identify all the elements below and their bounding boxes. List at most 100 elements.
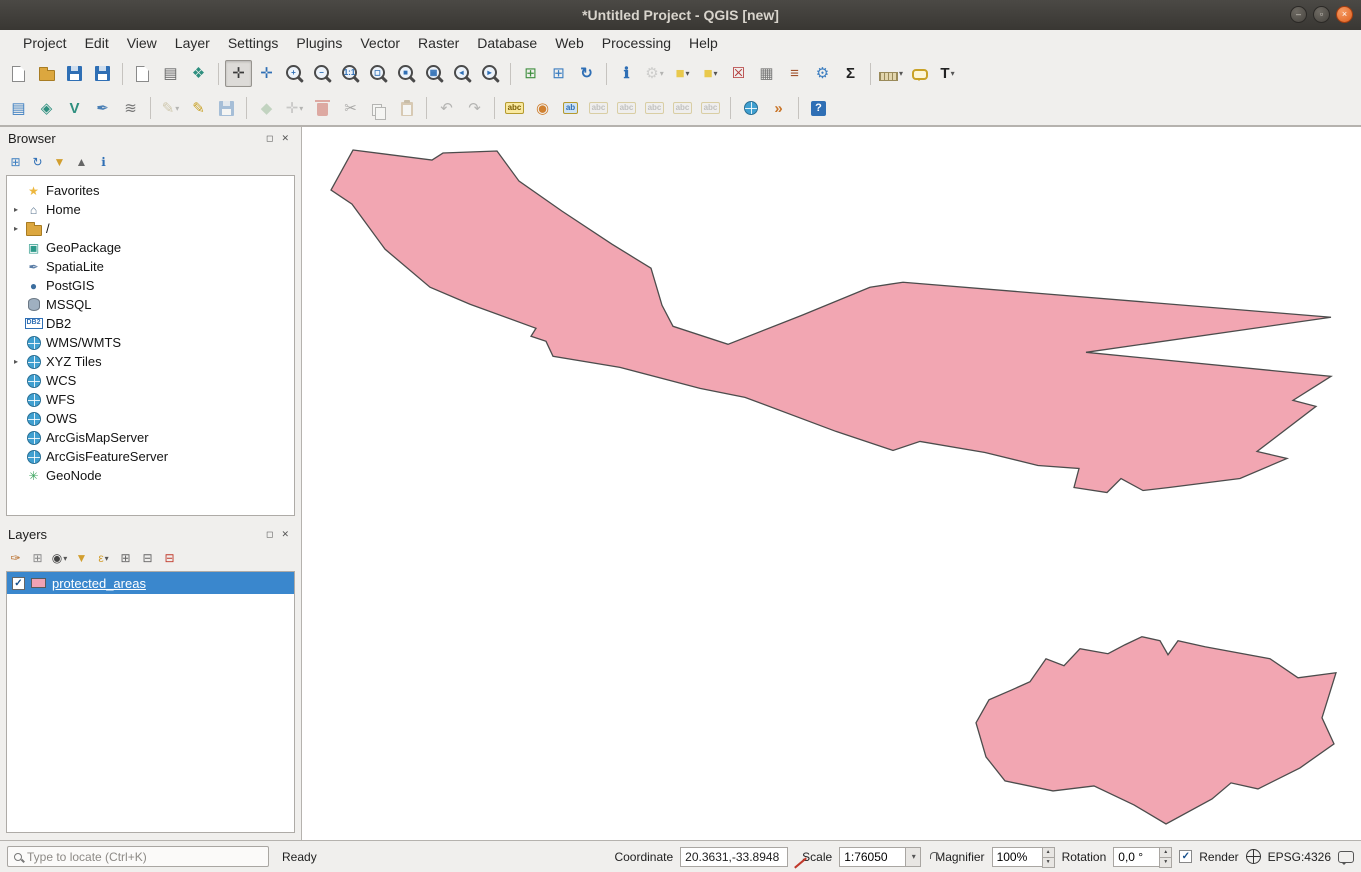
new-virtual-layer-button[interactable]: ≋ bbox=[117, 95, 144, 122]
crs-indicator[interactable]: EPSG:4326 bbox=[1268, 850, 1331, 864]
new-map-view-button[interactable]: ⊞ bbox=[517, 60, 544, 87]
protected-area-polygon-south[interactable] bbox=[976, 637, 1336, 824]
select-features-tool[interactable]: ■▾ bbox=[669, 60, 696, 87]
menu-help[interactable]: Help bbox=[680, 32, 727, 54]
save-project-as-button[interactable] bbox=[89, 60, 116, 87]
render-checkbox[interactable]: ✓ bbox=[1179, 850, 1192, 863]
locator-bar[interactable] bbox=[7, 846, 269, 867]
magnifier-spinbox[interactable]: ▲▼ bbox=[992, 847, 1055, 867]
layers-close-button[interactable]: ✕ bbox=[277, 529, 293, 540]
open-data-source-manager-button[interactable]: ▤ bbox=[5, 95, 32, 122]
browser-item-geopackage[interactable]: ▣GeoPackage bbox=[7, 238, 294, 257]
new-3d-map-view-button[interactable]: ⊞ bbox=[545, 60, 572, 87]
style-manager-button[interactable]: ❖ bbox=[185, 60, 212, 87]
collapse-all-button[interactable]: ▲ bbox=[72, 153, 91, 172]
zoom-native-button[interactable]: 1:1 bbox=[337, 60, 364, 87]
browser-item-wms-wmts[interactable]: WMS/WMTS bbox=[7, 333, 294, 352]
zoom-to-selection-button[interactable]: ■ bbox=[393, 60, 420, 87]
processing-toolbox-button[interactable]: ⚙ bbox=[809, 60, 836, 87]
metasearch-button[interactable] bbox=[737, 95, 764, 122]
browser-item-wcs[interactable]: WCS bbox=[7, 371, 294, 390]
show-layout-manager-button[interactable]: ▤ bbox=[157, 60, 184, 87]
browser-item-wfs[interactable]: WFS bbox=[7, 390, 294, 409]
new-spatialite-layer-button[interactable]: ✒ bbox=[89, 95, 116, 122]
browser-float-button[interactable]: ◻ bbox=[262, 133, 277, 144]
run-feature-action-button-dropdown[interactable]: ▾ bbox=[660, 69, 664, 78]
minimize-button[interactable]: – bbox=[1290, 6, 1307, 23]
browser-item-spatialite[interactable]: ✒SpatiaLite bbox=[7, 257, 294, 276]
map-tips-button[interactable] bbox=[906, 60, 933, 87]
menu-layer[interactable]: Layer bbox=[166, 32, 219, 54]
layer-item-protected-areas[interactable]: ✓protected_areas bbox=[7, 572, 294, 594]
open-layer-styling-button[interactable]: ✑ bbox=[6, 549, 25, 568]
zoom-in-tool[interactable]: + bbox=[281, 60, 308, 87]
text-annotation-tool[interactable]: T▾ bbox=[934, 60, 961, 87]
zoom-last-button[interactable]: ◂ bbox=[449, 60, 476, 87]
expand-all-button[interactable]: ⊞ bbox=[116, 549, 135, 568]
filter-by-expression-button[interactable]: ε▾ bbox=[94, 549, 113, 568]
browser-item-ows[interactable]: OWS bbox=[7, 409, 294, 428]
menu-view[interactable]: View bbox=[118, 32, 166, 54]
expand-arrow-icon[interactable]: ▸ bbox=[11, 224, 21, 233]
field-calculator-button[interactable]: ≡ bbox=[781, 60, 808, 87]
map-svg[interactable] bbox=[302, 127, 1361, 840]
select-features-by-value-button[interactable]: ■▾ bbox=[697, 60, 724, 87]
messages-icon[interactable] bbox=[1338, 851, 1354, 863]
zoom-to-layer-button[interactable]: ▦ bbox=[421, 60, 448, 87]
add-group-button[interactable]: ⊞ bbox=[28, 549, 47, 568]
layers-float-button[interactable]: ◻ bbox=[262, 529, 277, 540]
browser-close-button[interactable]: ✕ bbox=[277, 133, 293, 144]
scale-combo[interactable]: ▾ bbox=[839, 847, 921, 867]
scale-dropdown-button[interactable]: ▾ bbox=[905, 847, 921, 867]
rotation-up-button[interactable]: ▲ bbox=[1159, 847, 1172, 858]
new-shapefile-layer-button[interactable]: V bbox=[61, 95, 88, 122]
expand-arrow-icon[interactable]: ▸ bbox=[11, 357, 21, 366]
new-print-layout-button[interactable] bbox=[129, 60, 156, 87]
browser-item-favorites[interactable]: ★Favorites bbox=[7, 181, 294, 200]
coordinate-input[interactable] bbox=[680, 847, 788, 867]
manage-map-themes-button-dropdown[interactable]: ▾ bbox=[63, 554, 67, 563]
filter-by-expression-button-dropdown[interactable]: ▾ bbox=[105, 554, 109, 563]
filter-legend-button[interactable]: ▼ bbox=[72, 549, 91, 568]
map-canvas[interactable] bbox=[302, 127, 1361, 840]
rotation-spinbox[interactable]: ▲▼ bbox=[1113, 847, 1172, 867]
zoom-next-button[interactable]: ▸ bbox=[477, 60, 504, 87]
help-contents-button[interactable]: ? bbox=[805, 95, 832, 122]
measure-line-tool[interactable]: ▾ bbox=[877, 60, 905, 87]
remove-layer-button[interactable]: ⊟ bbox=[160, 549, 179, 568]
manage-map-themes-button[interactable]: ◉▾ bbox=[50, 549, 69, 568]
menu-plugins[interactable]: Plugins bbox=[287, 32, 351, 54]
browser-item-xyz-tiles[interactable]: ▸XYZ Tiles bbox=[7, 352, 294, 371]
browser-item-geonode[interactable]: ✳GeoNode bbox=[7, 466, 294, 485]
browser-item-db2[interactable]: DB2DB2 bbox=[7, 314, 294, 333]
browser-item-mssql[interactable]: MSSQL bbox=[7, 295, 294, 314]
add-selected-layers-button[interactable]: ⊞ bbox=[6, 153, 25, 172]
layer-visibility-checkbox[interactable]: ✓ bbox=[12, 577, 25, 590]
menu-project[interactable]: Project bbox=[14, 32, 76, 54]
collapse-all-layers-button[interactable]: ⊟ bbox=[138, 549, 157, 568]
refresh-browser-button[interactable]: ↻ bbox=[28, 153, 47, 172]
browser-item-postgis[interactable]: ●PostGIS bbox=[7, 276, 294, 295]
select-features-tool-dropdown[interactable]: ▾ bbox=[686, 69, 690, 78]
expand-arrow-icon[interactable]: ▸ bbox=[11, 205, 21, 214]
zoom-full-button[interactable]: ◻ bbox=[365, 60, 392, 87]
menu-processing[interactable]: Processing bbox=[593, 32, 680, 54]
menu-database[interactable]: Database bbox=[468, 32, 546, 54]
open-attribute-table-button[interactable]: ▦ bbox=[753, 60, 780, 87]
menu-web[interactable]: Web bbox=[546, 32, 593, 54]
magnifier-down-button[interactable]: ▼ bbox=[1042, 858, 1055, 868]
titlebar[interactable]: *Untitled Project - QGIS [new] – ▫ × bbox=[0, 0, 1361, 30]
deselect-features-button[interactable]: ☒ bbox=[725, 60, 752, 87]
pan-map-tool[interactable]: ✛ bbox=[225, 60, 252, 87]
new-geopackage-layer-button[interactable]: ◈ bbox=[33, 95, 60, 122]
rotation-down-button[interactable]: ▼ bbox=[1159, 858, 1172, 868]
pan-to-selection-tool[interactable]: ✛ bbox=[253, 60, 280, 87]
text-annotation-tool-dropdown[interactable]: ▾ bbox=[951, 69, 955, 78]
current-edits-button-dropdown[interactable]: ▾ bbox=[175, 104, 179, 113]
labeling-single-button[interactable]: ab bbox=[557, 95, 584, 122]
menu-vector[interactable]: Vector bbox=[351, 32, 409, 54]
browser-item-[interactable]: ▸/ bbox=[7, 219, 294, 238]
protected-area-polygon-main[interactable] bbox=[331, 150, 1331, 492]
rotation-input[interactable] bbox=[1113, 847, 1159, 867]
browser-item-home[interactable]: ▸⌂Home bbox=[7, 200, 294, 219]
